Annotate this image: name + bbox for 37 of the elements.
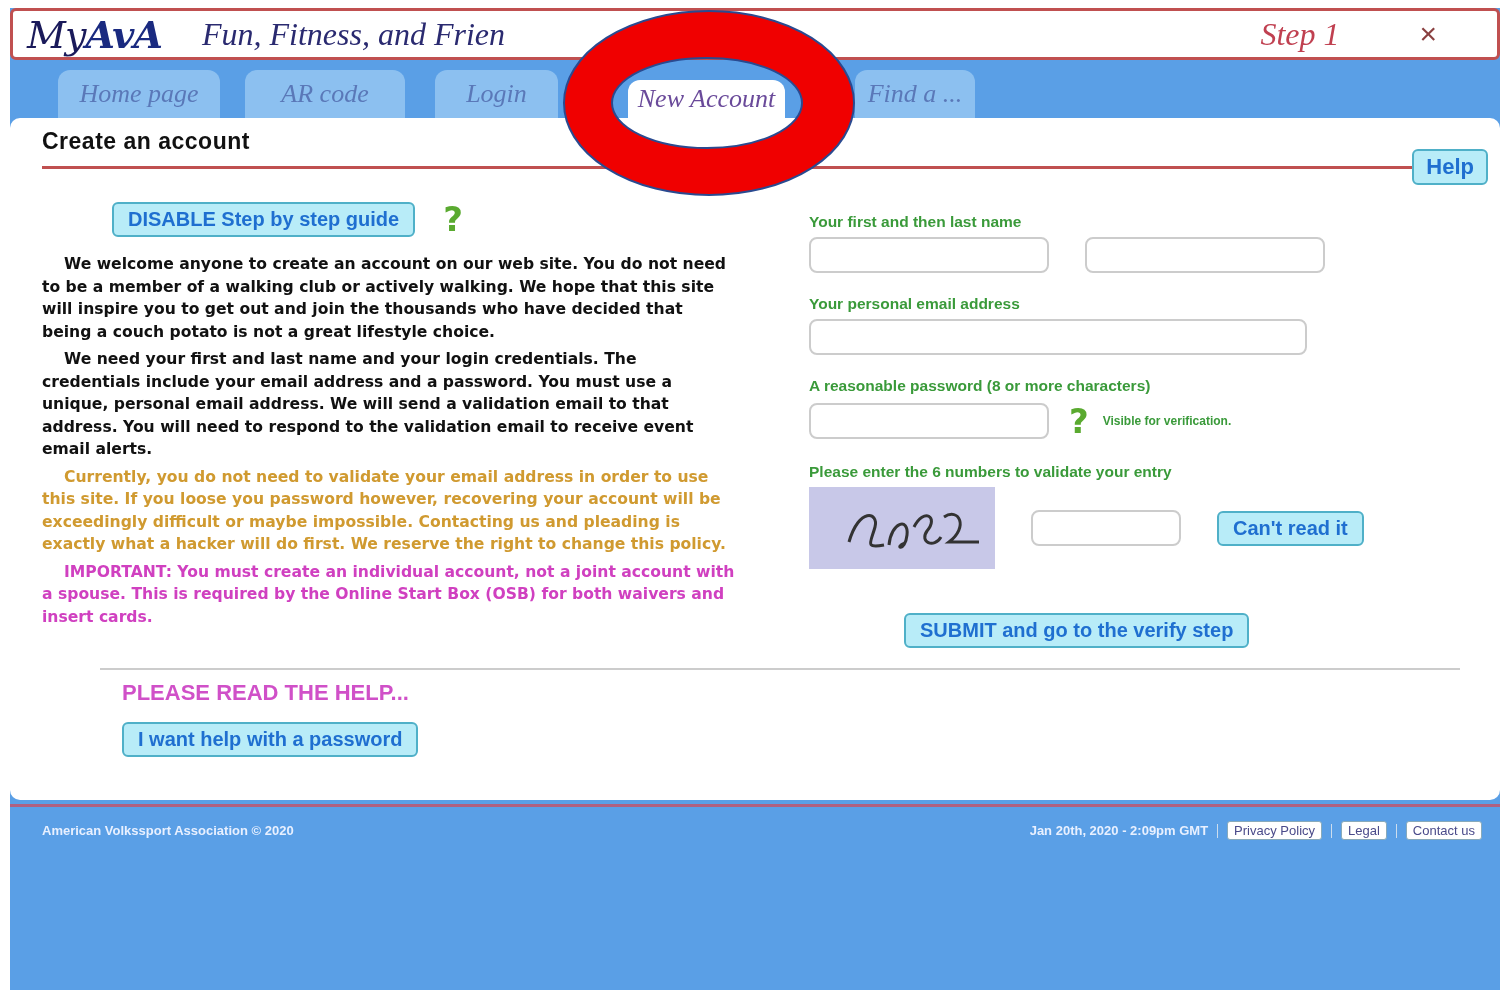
tagline: Fun, Fitness, and Frien bbox=[201, 15, 505, 53]
field-label: Please enter the 6 numbers to validate your entry bbox=[809, 463, 1173, 481]
footer-link[interactable]: Privacy Policy bbox=[1227, 821, 1323, 840]
footer-link[interactable]: Contact us bbox=[1405, 821, 1482, 840]
first-name-field[interactable] bbox=[809, 237, 1049, 273]
field-label: A reasonable password (8 or more characters) bbox=[809, 377, 1152, 395]
timestamp: Jan 20th, 2020 - 2:09pm GMT bbox=[1029, 823, 1209, 838]
nav-tab[interactable]: Login bbox=[435, 70, 558, 118]
cant-read-button[interactable]: Can't read it bbox=[1217, 510, 1364, 546]
nav-tab[interactable]: Find a ... bbox=[855, 70, 975, 118]
copyright-text: American Volkssport Association © 2020 bbox=[42, 823, 294, 838]
last-name-field[interactable] bbox=[1085, 237, 1325, 273]
visibility-note: Visible for verification. bbox=[1102, 414, 1232, 428]
info-paragraph: We welcome anyone to create an account on our web site. You do not need to be a member of a walking club or actively walking. We hope that this site will inspire you to get out and join the thousands who have decided that being a couch potato is not a great lifestyle choice. bbox=[42, 254, 728, 343]
nav-tab[interactable]: AR code bbox=[245, 70, 405, 118]
field-label: Your first and then last name bbox=[809, 213, 1023, 231]
field-label: Your personal email address bbox=[809, 295, 1021, 313]
step-indicator: Step 1 bbox=[1260, 15, 1340, 53]
submit-button[interactable]: SUBMIT and go to the verify step bbox=[904, 613, 1250, 648]
close-button[interactable]: × bbox=[1419, 17, 1437, 51]
guide-toggle-button[interactable]: DISABLE Step by step guide bbox=[112, 201, 416, 237]
footer-link[interactable]: Legal bbox=[1341, 821, 1387, 840]
password-help-button[interactable]: I want help with a password bbox=[122, 722, 419, 757]
email-field[interactable] bbox=[809, 319, 1307, 355]
important-paragraph: IMPORTANT: You must create an individual account, not a joint account with a spouse. This is required by the Online Start Box (OSB) for both waivers and insert cards. bbox=[42, 561, 736, 628]
site-logo: MyAvA bbox=[27, 11, 162, 57]
help-button[interactable]: Help bbox=[1412, 149, 1488, 185]
nav-tab[interactable]: Home page bbox=[58, 70, 220, 118]
password-field[interactable] bbox=[809, 403, 1049, 439]
warning-paragraph: Currently, you do not need to validate your email address in order to use this site. If you loose you password however, recovering your account will be exceedingly difficult or maybe impossible. Contacting us and pleading is exactly what a hacker will do first. We reserve the right to change this policy. bbox=[42, 466, 727, 555]
help-question-mark[interactable]: ? bbox=[443, 199, 463, 239]
nav-tab[interactable]: New Account bbox=[628, 80, 785, 118]
info-paragraph: We need your first and last name and your login credentials. The credentials include your email address and a password. You must use a unique, personal email address. We will send a validation email to that address. You will need to respond to the validation email to receive event email alerts. bbox=[42, 349, 695, 460]
help-notice: PLEASE READ THE HELP... bbox=[122, 680, 409, 706]
help-question-mark[interactable]: ? bbox=[1069, 401, 1089, 441]
page-title: Create an account bbox=[42, 128, 250, 155]
captcha-field[interactable] bbox=[1031, 510, 1181, 546]
